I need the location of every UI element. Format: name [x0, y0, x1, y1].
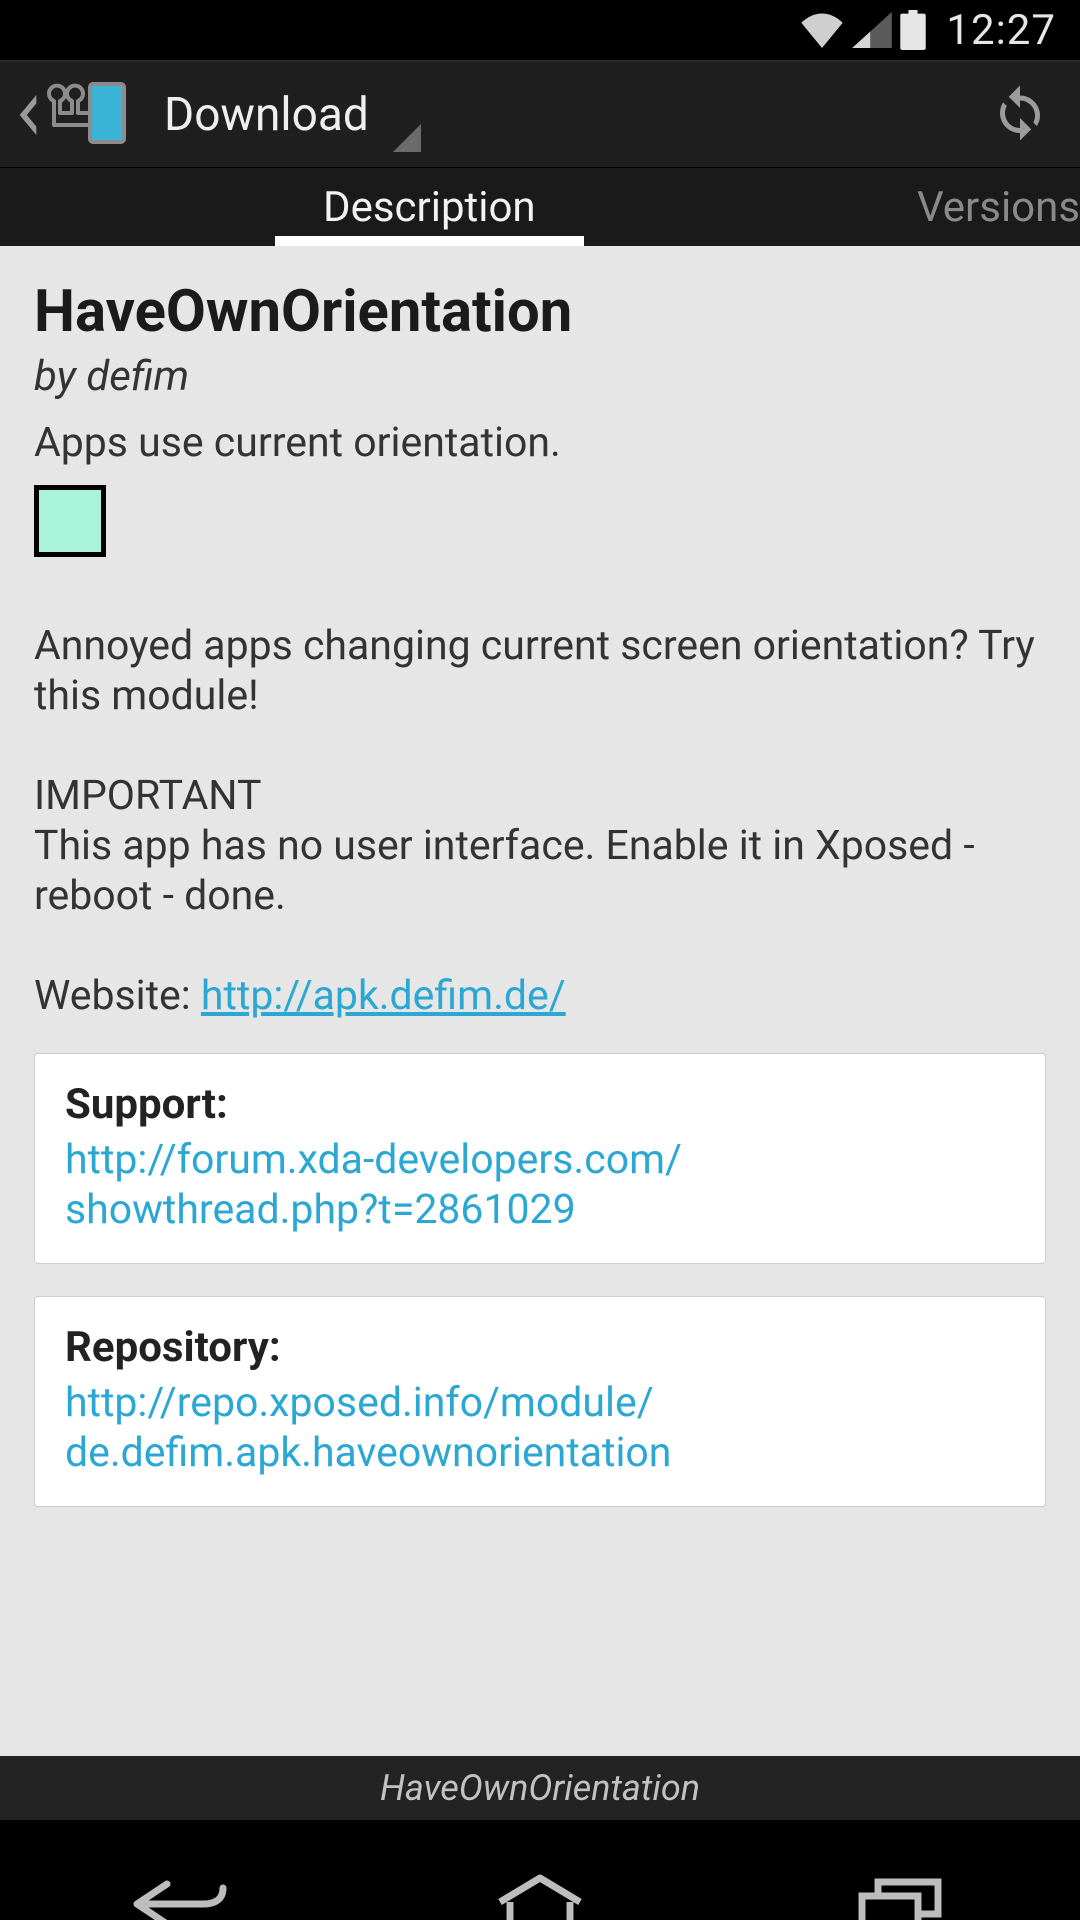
support-card: Support: http://forum.xda-developers.com…: [34, 1053, 1046, 1264]
repository-label: Repository:: [65, 1323, 1015, 1372]
cell-signal-icon: [852, 12, 892, 48]
footer-module-name: HaveOwnOrientation: [0, 1756, 1080, 1820]
refresh-button[interactable]: [978, 83, 1062, 147]
toolbar-title: Download: [164, 88, 369, 142]
important-label: IMPORTANT: [34, 771, 1046, 821]
toolbar: Download: [0, 60, 1080, 168]
nav-recent-button[interactable]: [810, 1872, 990, 1920]
toolbar-title-spinner[interactable]: Download: [146, 78, 421, 152]
module-icon: [34, 485, 106, 557]
nav-home-button[interactable]: [450, 1872, 630, 1920]
module-title: HaveOwnOrientation: [34, 278, 1046, 346]
nav-back-button[interactable]: [90, 1874, 270, 1920]
desc-paragraph: Annoyed apps changing current screen ori…: [34, 621, 1046, 721]
support-link[interactable]: http://forum.xda-developers.com/showthre…: [65, 1135, 1015, 1235]
module-author: by defim: [34, 352, 1046, 401]
website-link[interactable]: http://apk.defim.de/: [201, 972, 566, 1020]
content-area[interactable]: HaveOwnOrientation by defim Apps use cur…: [0, 246, 1080, 1756]
desc-paragraph: This app has no user interface. Enable i…: [34, 821, 1046, 921]
repository-card: Repository: http://repo.xposed.info/modu…: [34, 1296, 1046, 1507]
status-time: 12:27: [946, 6, 1056, 55]
tab-bar: Description Versions: [0, 168, 1080, 246]
website-line: Website: http://apk.defim.de/: [34, 971, 1046, 1021]
battery-icon: [900, 10, 926, 50]
wifi-icon: [800, 12, 844, 48]
support-label: Support:: [65, 1080, 1015, 1129]
tab-versions[interactable]: Versions: [869, 168, 1080, 246]
navigation-bar: [0, 1820, 1080, 1920]
module-description: Annoyed apps changing current screen ori…: [34, 621, 1046, 1021]
repository-link[interactable]: http://repo.xposed.info/module/de.defim.…: [65, 1378, 1015, 1478]
spinner-triangle-icon: [393, 124, 421, 152]
status-bar: 12:27: [0, 0, 1080, 60]
xposed-icon: [44, 80, 128, 150]
module-short-desc: Apps use current orientation.: [34, 419, 1046, 467]
tab-description[interactable]: Description: [275, 168, 584, 246]
back-button[interactable]: [18, 62, 146, 167]
